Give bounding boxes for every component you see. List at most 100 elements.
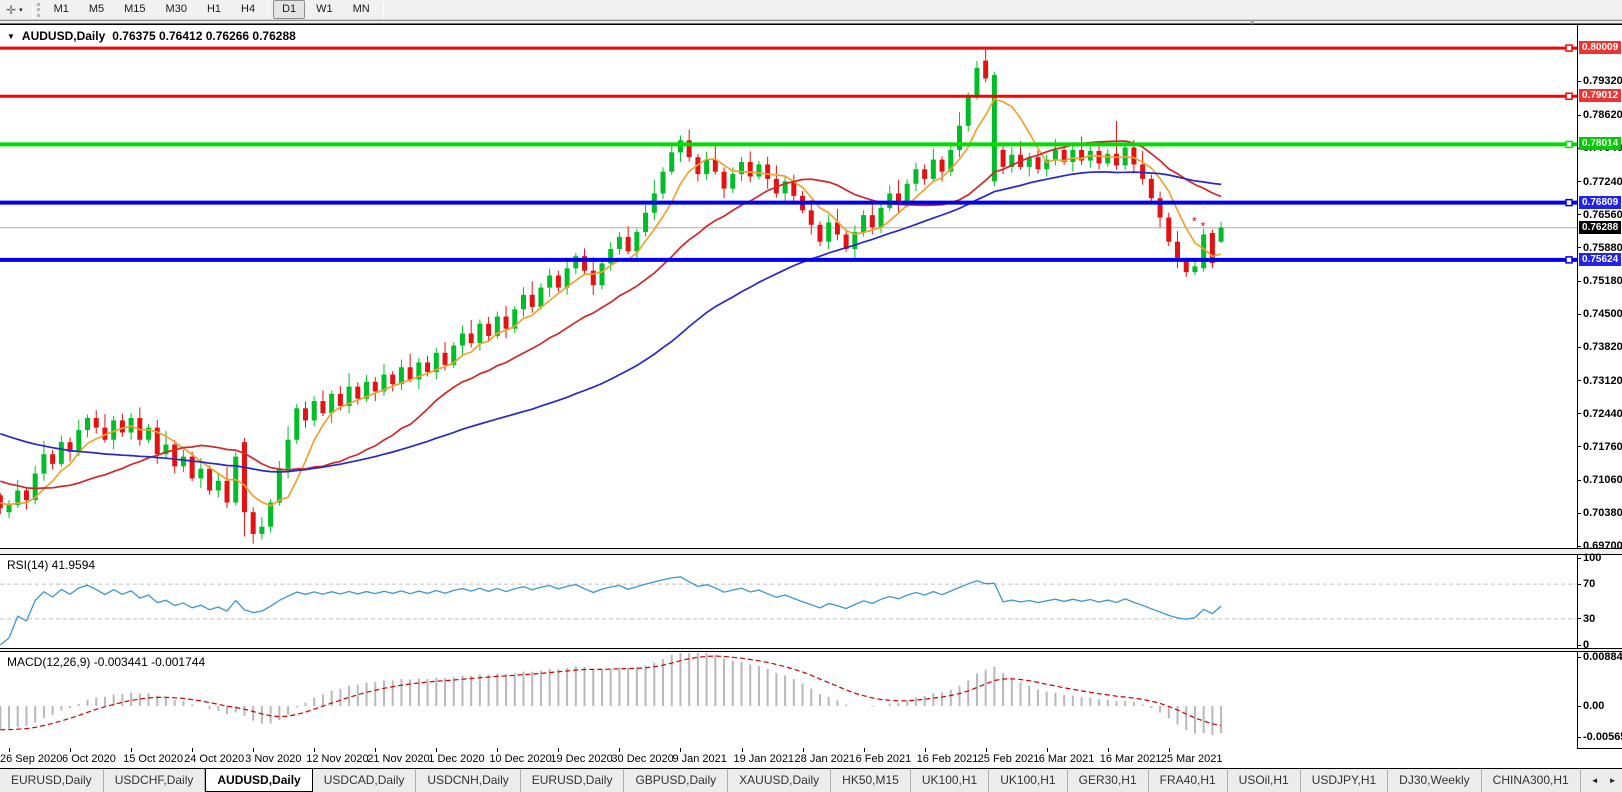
chart-tab-usoil-h1[interactable]: USOil,H1 [1228,769,1301,792]
timeframe-button-w1[interactable]: W1 [307,0,342,19]
axis-tick-mark [1577,380,1581,381]
candle-body [1192,266,1197,272]
chart-tab-audusd-daily[interactable]: AUDUSD,Daily [205,769,312,792]
candle-body [809,210,814,224]
level-line-anchor[interactable] [1566,141,1572,147]
chart-tab-china300-h1[interactable]: CHINA300,H1 [1482,769,1581,792]
chart-tab-eurusd-daily[interactable]: EURUSD,Daily [521,769,625,792]
axis-tick-text: 30 [1583,613,1595,625]
date-axis[interactable]: 26 Sep 20206 Oct 202015 Oct 202024 Oct 2… [0,748,1577,768]
axis-tick-mark [1577,446,1581,447]
timeframe-button-h1[interactable]: H1 [198,0,230,19]
date-tick-mark [497,748,498,752]
candle-body [390,375,395,385]
level-line-anchor[interactable] [1566,200,1572,206]
chart-tab-usdcnh-daily[interactable]: USDCNH,Daily [416,769,520,792]
date-tick-label: 6 Oct 2020 [62,753,116,765]
axis-tick-text: 0.73820 [1583,341,1622,353]
chart-tab-usdchf-daily[interactable]: USDCHF,Daily [104,769,206,792]
timeframe-button-m15[interactable]: M15 [115,0,154,19]
level-line-anchor[interactable] [1566,93,1572,99]
axis-tick-mark [1577,247,1581,248]
timeframe-button-d1[interactable]: D1 [273,0,305,19]
price-tick-label: 0.70380 [1577,507,1622,519]
candle-body [76,430,81,452]
level-line-anchor[interactable] [1566,257,1572,263]
date-tick-mark [864,748,865,752]
chart-tab-eurusd-daily[interactable]: EURUSD,Daily [0,769,104,792]
candle-body [879,208,884,227]
price-tick-label: 0.72440 [1577,408,1622,420]
chart-canvas[interactable]: ** [0,0,1622,768]
date-tick-label: 16 Mar 2021 [1100,753,1162,765]
candle-body [922,169,927,179]
candle-body [320,401,325,413]
axis-tick-text: 0.75180 [1583,275,1622,287]
timeframe-toolbar: ✛ ▾ M1M5M15M30H1H4 D1W1MN [0,0,1622,20]
chart-tab-uk100-h1[interactable]: UK100,H1 [989,769,1067,792]
date-tick-mark [925,748,926,752]
chart-menu-arrow-icon[interactable]: ▼ [7,32,15,41]
cursor-dropdown-caret-icon[interactable]: ▾ [19,6,29,14]
chart-tab-usdjpy-h1[interactable]: USDJPY,H1 [1301,769,1388,792]
rsi-axis-label: 70 [1577,578,1595,590]
candle-body [1035,157,1040,169]
tab-scroll-right-icon[interactable]: ► [1609,776,1617,785]
axis-tick-text: 0.71760 [1583,441,1622,453]
candle-body [0,495,3,508]
timeframe-button-h4[interactable]: H4 [232,0,264,19]
candle-body [966,97,971,126]
candle-body [181,457,186,467]
axis-tick-mark [1577,737,1581,738]
toolbar-grip[interactable] [37,3,40,17]
timeframe-button-m1[interactable]: M1 [45,0,78,19]
chart-tab-hk50-m15[interactable]: HK50,M15 [831,769,911,792]
axis-tick-text: 0.76560 [1583,209,1622,221]
chart-tab-usdcad-daily[interactable]: USDCAD,Daily [313,769,417,792]
date-tick-mark [131,748,132,752]
chart-tab-uk100-h1[interactable]: UK100,H1 [911,769,989,792]
axis-tick-mark [1577,546,1581,547]
timeframe-button-m5[interactable]: M5 [80,0,113,19]
candle-body [85,418,90,430]
axis-tick-mark [1577,657,1581,658]
tab-scroll-left-icon[interactable]: ◄ [1591,776,1599,785]
chart-tab-gbpusd-daily[interactable]: GBPUSD,Daily [624,769,728,792]
candle-body [974,68,979,97]
crosshair-cursor-icon[interactable]: ✛ [0,3,19,17]
chart-tab-xauusd-daily[interactable]: XAUUSD,Daily [728,769,831,792]
candle-body [870,215,875,227]
axis-tick-mark [1577,584,1581,585]
timeframe-button-mn[interactable]: MN [344,0,379,19]
chart-tab-ger30-h1[interactable]: GER30,H1 [1068,769,1149,792]
date-tick-label: 24 Oct 2020 [184,753,244,765]
axis-tick-mark [1577,115,1581,116]
price-tick-label: 0.74500 [1577,308,1622,320]
candle-body [207,469,212,491]
axis-tick-text: 0.79320 [1583,75,1622,87]
level-line-anchor[interactable] [1566,45,1572,51]
timeframe-button-m30[interactable]: M30 [157,0,196,19]
axis-tick-text: 0.78620 [1583,109,1622,121]
dock-grip-icon[interactable]: ▼ [1248,17,1257,27]
date-tick-label: 19 Dec 2020 [550,753,612,765]
candle-body [7,505,12,512]
candle-body [521,295,526,309]
candle-body [477,324,482,343]
axis-tick-mark [1577,413,1581,414]
price-axis[interactable]: 0.793200.786200.779400.772400.765600.758… [1577,24,1622,748]
candle-body [905,184,910,203]
chart-tab-dj30-weekly[interactable]: DJ30,Weekly [1388,769,1481,792]
date-tick-label: 3 Nov 2020 [245,753,301,765]
candle-body [669,152,674,171]
candle-body [530,295,535,307]
chart-tab-fra40-h1[interactable]: FRA40,H1 [1149,769,1228,792]
date-tick-label: 28 Jan 2021 [795,753,856,765]
level-price-label: 0.80009 [1579,41,1621,54]
candle-body [120,420,125,432]
level-price-label: 0.78014 [1579,137,1621,150]
toolbar-groove [0,20,1622,24]
candle-body [312,401,317,420]
date-tick-mark [803,748,804,752]
candle-body [277,469,282,503]
